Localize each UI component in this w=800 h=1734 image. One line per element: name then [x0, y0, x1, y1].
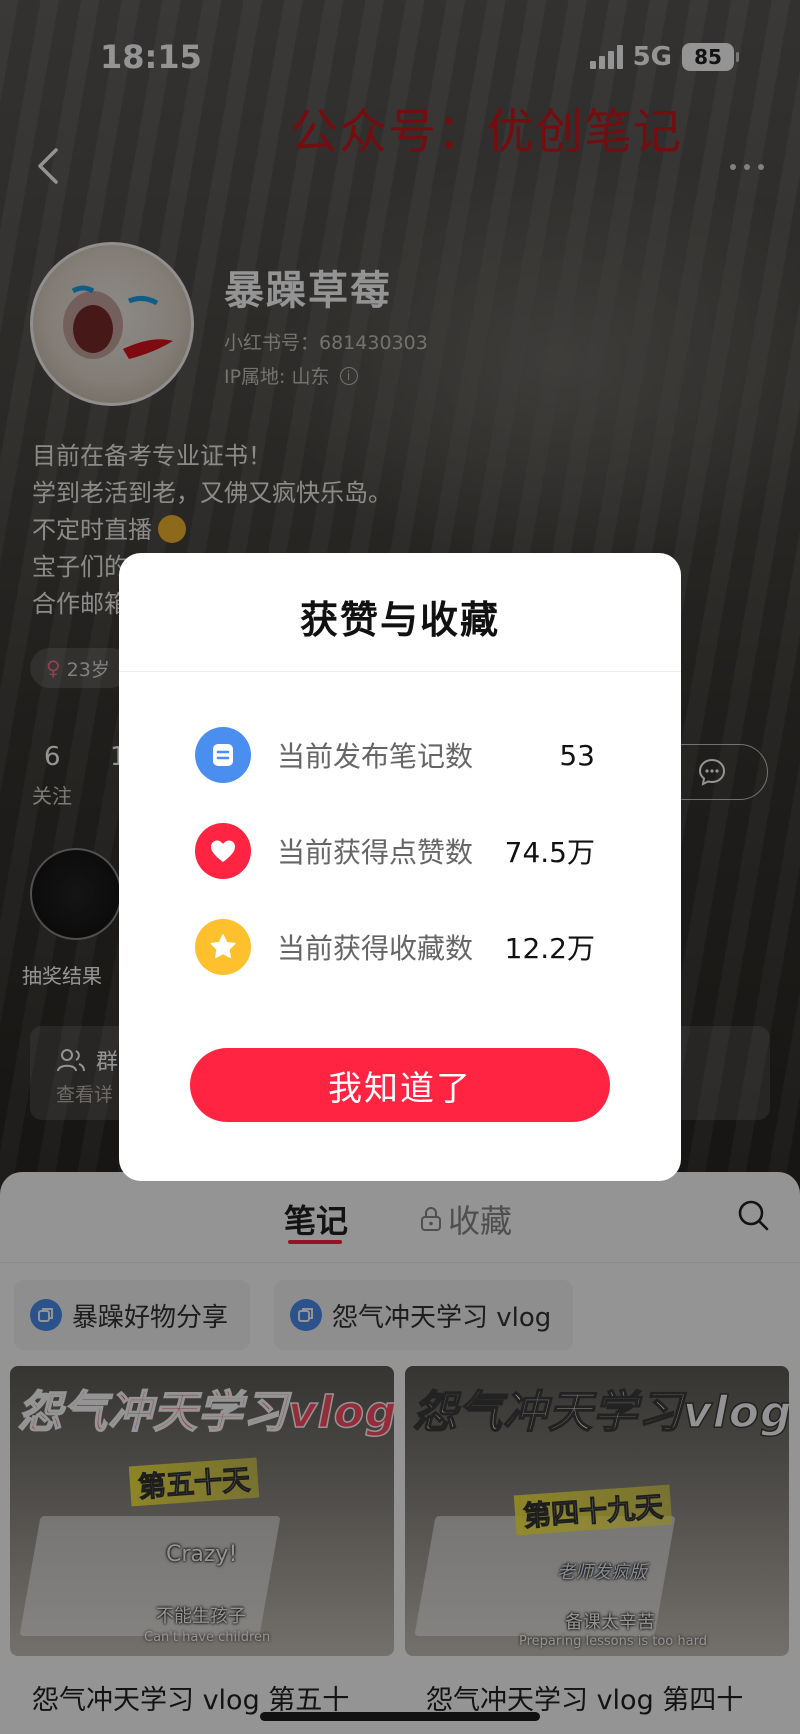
- notes-count-row: 当前发布笔记数 53: [195, 727, 595, 783]
- note-icon: [195, 727, 251, 783]
- stat-label: 当前发布笔记数: [277, 740, 474, 773]
- divider: [119, 671, 681, 672]
- stat-label: 当前获得收藏数: [277, 932, 474, 965]
- star-icon: [195, 919, 251, 975]
- heart-icon: [195, 823, 251, 879]
- collects-count-row: 当前获得收藏数 12.2万: [195, 919, 595, 975]
- likes-count-row: 当前获得点赞数 74.5万: [195, 823, 595, 879]
- likes-collects-dialog: 获赞与收藏 当前发布笔记数 53 当前获得点赞数 74.5万 当前获得收藏数 1…: [119, 553, 681, 1181]
- home-indicator[interactable]: [260, 1712, 540, 1721]
- stat-value: 12.2万: [504, 932, 595, 965]
- confirm-button[interactable]: 我知道了: [190, 1048, 610, 1122]
- stat-label: 当前获得点赞数: [277, 836, 474, 869]
- stat-value: 53: [559, 738, 595, 772]
- dialog-title: 获赞与收藏: [299, 598, 500, 642]
- stat-value: 74.5万: [504, 836, 595, 869]
